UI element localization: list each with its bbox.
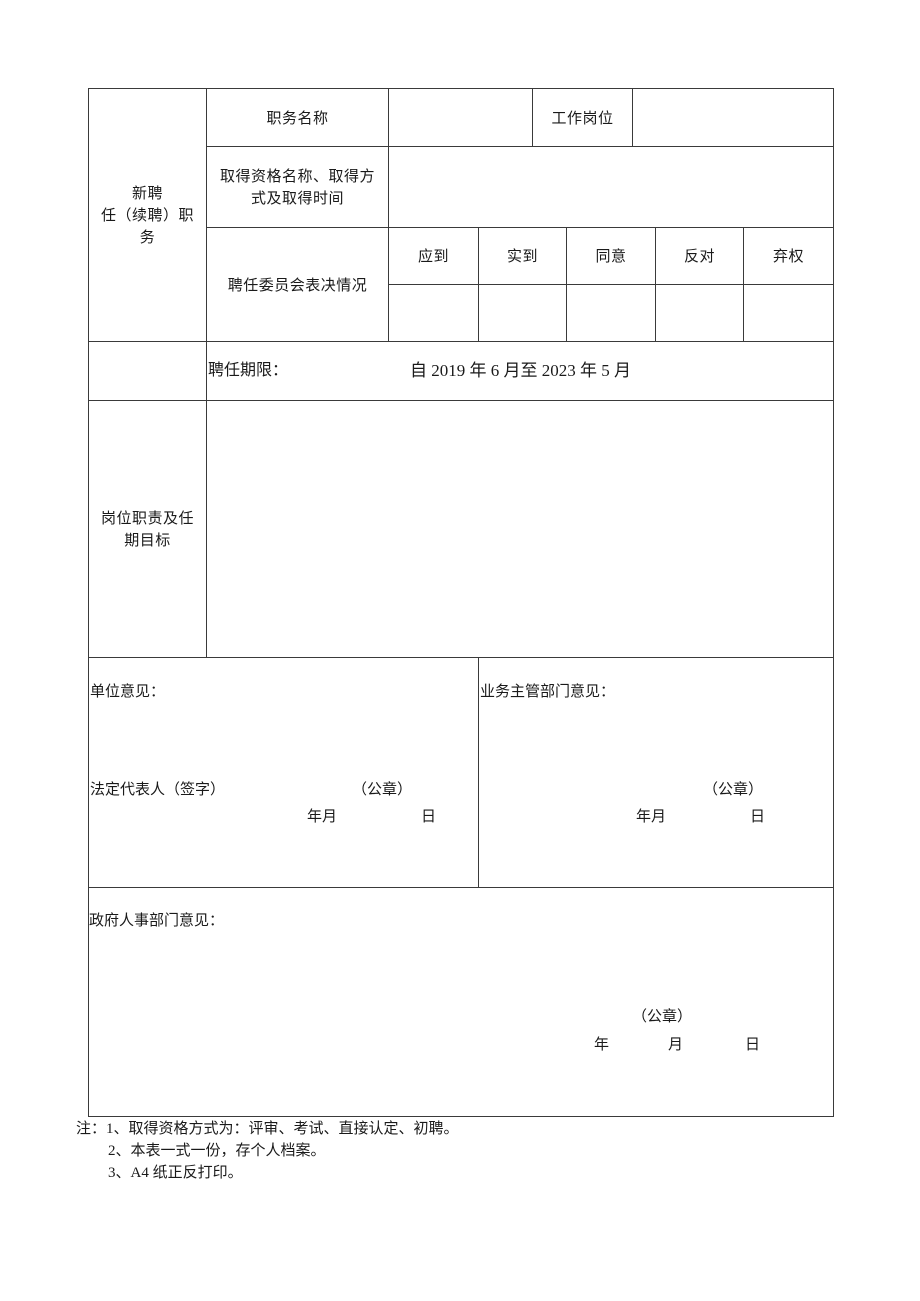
unit-seal-label: （公章） bbox=[352, 780, 413, 798]
opinion-divider bbox=[478, 657, 479, 887]
appointment-row-label: 新聘 任（续聘）职 务 bbox=[89, 89, 206, 341]
gov-hr-date-day: 日 bbox=[745, 1035, 761, 1053]
note-line: 注：1、取得资格方式为：评审、考试、直接认定、初聘。 bbox=[76, 1121, 459, 1137]
unit-date-day: 日 bbox=[421, 807, 437, 825]
position-name-field[interactable] bbox=[389, 89, 532, 146]
term-label: 聘任期限： bbox=[208, 362, 289, 379]
gov-hr-date-year: 年 bbox=[594, 1035, 610, 1053]
gov-hr-opinion-label: 政府人事部门意见： bbox=[89, 913, 225, 929]
work-post-label: 工作岗位 bbox=[551, 108, 614, 127]
vote-present-field[interactable] bbox=[479, 285, 566, 341]
supervisor-opinion-label: 业务主管部门意见： bbox=[480, 682, 616, 700]
vote-header-oppose: 反对 bbox=[683, 247, 715, 265]
row-divider bbox=[88, 887, 834, 888]
committee-vote-label: 聘任委员会表决情况 bbox=[227, 275, 368, 294]
gov-hr-date-month: 月 bbox=[668, 1035, 684, 1053]
qualification-label-line: 式及取得时间 bbox=[250, 189, 344, 207]
term-row-label bbox=[89, 342, 206, 400]
duties-field[interactable] bbox=[207, 401, 833, 657]
qualification-field[interactable] bbox=[389, 147, 833, 227]
supervisor-date-day: 日 bbox=[750, 807, 766, 825]
vote-oppose-field[interactable] bbox=[656, 285, 743, 341]
row-divider bbox=[88, 657, 834, 658]
vote-header-abstain: 弃权 bbox=[772, 247, 804, 265]
position-name-label: 职务名称 bbox=[266, 108, 329, 127]
vote-agree-field[interactable] bbox=[567, 285, 655, 341]
note-line: 2、本表一式一份，存个人档案。 bbox=[108, 1143, 326, 1159]
work-post-field[interactable] bbox=[633, 89, 833, 146]
term-value[interactable]: 自 2019 年 6 月至 2023 年 5 月 bbox=[410, 360, 631, 382]
gov-hr-seal-label: （公章） bbox=[632, 1009, 693, 1025]
appointment-row-label-line: 务 bbox=[139, 228, 156, 246]
vote-header-present: 实到 bbox=[506, 247, 538, 265]
unit-date-year-month: 年月 bbox=[307, 807, 338, 825]
appointment-row-label-line: 任（续聘）职 bbox=[100, 206, 194, 224]
table-border-right bbox=[833, 88, 834, 1117]
legal-representative-signature-label: 法定代表人（签字） bbox=[90, 780, 226, 798]
duties-label: 岗位职责及任 期目标 bbox=[89, 401, 206, 657]
note-line: 3、A4 纸正反打印。 bbox=[108, 1165, 243, 1181]
vote-expected-field[interactable] bbox=[389, 285, 478, 341]
table-border-bottom bbox=[88, 1116, 834, 1117]
duties-label-line: 岗位职责及任 bbox=[100, 509, 194, 527]
vote-header-expected: 应到 bbox=[417, 247, 449, 265]
vote-header-agree: 同意 bbox=[595, 247, 627, 265]
appointment-row-label-line: 新聘 bbox=[131, 184, 163, 202]
unit-opinion-label: 单位意见： bbox=[90, 682, 166, 700]
supervisor-date-year-month: 年月 bbox=[636, 807, 667, 825]
vote-abstain-field[interactable] bbox=[744, 285, 833, 341]
qualification-label: 取得资格名称、取得方 式及取得时间 bbox=[207, 147, 388, 227]
duties-label-line: 期目标 bbox=[124, 531, 171, 549]
appointment-form-page: 新聘 任（续聘）职 务 职务名称 工作岗位 取得资格名称、取得方 式及取得时间 … bbox=[0, 0, 920, 1301]
qualification-label-line: 取得资格名称、取得方 bbox=[219, 167, 375, 185]
supervisor-seal-label: （公章） bbox=[703, 780, 764, 798]
